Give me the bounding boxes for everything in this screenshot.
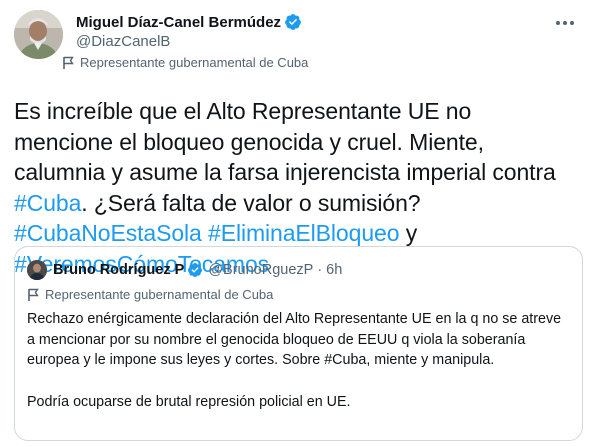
more-options-button[interactable] — [553, 12, 577, 34]
author-avatar[interactable] — [14, 10, 63, 59]
author-handle[interactable]: @DiazCanelB — [76, 33, 302, 50]
quoted-author-display-name[interactable]: Bruno Rodríguez P — [53, 262, 184, 278]
quoted-tweet-body: Rechazo enérgicamente declaración del Al… — [27, 309, 570, 412]
flag-icon — [28, 288, 39, 301]
avatar-photo-icon — [14, 10, 63, 59]
quoted-government-label[interactable]: Representante gubernamental de Cuba — [27, 287, 570, 302]
quoted-tweet-header: Bruno Rodríguez P @BrunoRguezP · 6h — [27, 259, 570, 281]
quoted-meta-separator: · — [317, 262, 323, 278]
tweet-card: Miguel Díaz-Canel Bermúdez @DiazCanelB R… — [0, 0, 597, 447]
author-display-name[interactable]: Miguel Díaz-Canel Bermúdez — [76, 14, 281, 31]
tweet-text-1: Es increíble que el Alto Representante U… — [14, 98, 556, 185]
quoted-author-handle[interactable]: @BrunoRguezP — [208, 262, 313, 278]
author-name-block: Miguel Díaz-Canel Bermúdez @DiazCanelB — [76, 12, 302, 50]
tweet-header: Miguel Díaz-Canel Bermúdez @DiazCanelB — [14, 10, 583, 59]
government-label[interactable]: Representante gubernamental de Cuba — [62, 55, 308, 70]
hashtag-cuba-link[interactable]: #Cuba — [14, 190, 81, 216]
quoted-verified-badge-icon — [188, 263, 203, 277]
quoted-tweet[interactable]: Bruno Rodríguez P @BrunoRguezP · 6h Repr… — [14, 246, 583, 441]
more-options-icon — [556, 21, 574, 25]
verified-badge-icon — [285, 14, 301, 30]
quoted-government-label-text: Representante gubernamental de Cuba — [45, 287, 274, 302]
tweet-text-2: . ¿Será falta de valor o sumisión? — [81, 189, 421, 216]
hashtag-cubanoestasola-link[interactable]: #CubaNoEstaSola — [14, 220, 202, 246]
quoted-avatar-photo-icon — [27, 260, 47, 280]
tweet-text-3: y — [399, 220, 418, 246]
quoted-paragraph-2: Podría ocuparse de brutal represión poli… — [27, 393, 351, 410]
hashtag-eliminaelbloqueo-link[interactable]: #EliminaElBloqueo — [208, 220, 399, 246]
flag-icon — [63, 56, 74, 69]
quoted-paragraph-1: Rechazo enérgicamente declaración del Al… — [27, 311, 562, 368]
government-label-text: Representante gubernamental de Cuba — [80, 55, 309, 70]
quoted-timestamp[interactable]: 6h — [326, 262, 342, 278]
quoted-author-avatar[interactable] — [27, 260, 47, 280]
